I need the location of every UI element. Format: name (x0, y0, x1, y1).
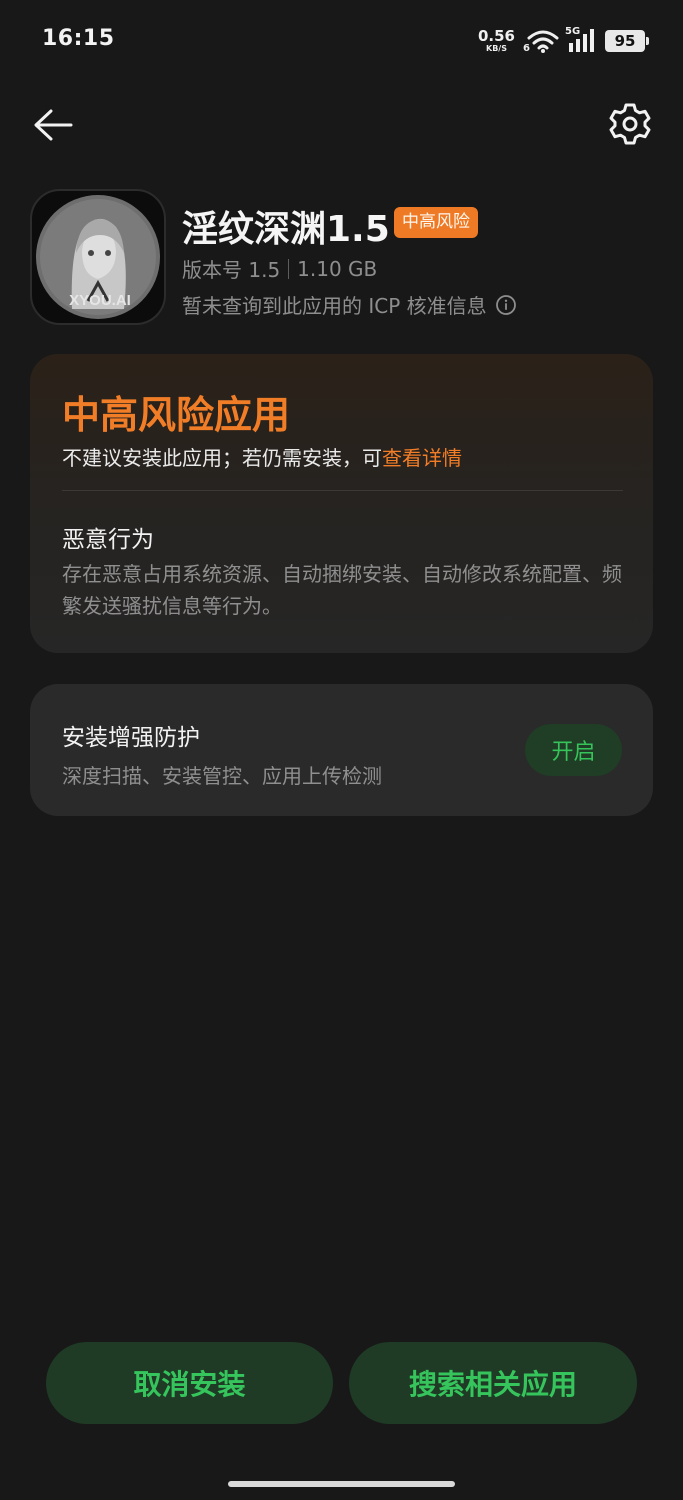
network-speed: 0.56 KB/S (478, 29, 515, 53)
install-protection-card: 安装增强防护 深度扫描、安装管控、应用上传检测 开启 (30, 684, 653, 816)
icp-notice-text: 暂未查询到此应用的 ICP 核准信息 (182, 294, 487, 318)
back-button[interactable] (30, 102, 76, 148)
enable-protection-button[interactable]: 开启 (525, 724, 622, 776)
protection-desc: 深度扫描、安装管控、应用上传检测 (62, 764, 382, 788)
app-meta: 版本号 1.5 1.10 GB (182, 254, 377, 283)
risk-level-badge: 中高风险 (394, 207, 478, 238)
cellular-signal-icon: 5G (565, 26, 597, 54)
wifi-icon: 6 (523, 28, 559, 54)
svg-text:XYOU.AI: XYOU.AI (69, 292, 131, 309)
settings-button[interactable] (606, 100, 654, 148)
divider (62, 490, 623, 491)
cellular-label: 5G (565, 26, 581, 37)
icp-notice[interactable]: 暂未查询到此应用的 ICP 核准信息 (182, 290, 517, 319)
info-icon[interactable] (495, 294, 517, 316)
cancel-install-button[interactable]: 取消安装 (46, 1342, 333, 1424)
search-related-apps-button[interactable]: 搜索相关应用 (349, 1342, 637, 1424)
risk-warning-card: 中高风险应用 不建议安装此应用；若仍需安装，可查看详情 恶意行为 存在恶意占用系… (30, 354, 653, 653)
view-details-link[interactable]: 查看详情 (382, 446, 462, 470)
battery-level: 95 (614, 32, 636, 50)
risk-subtitle: 不建议安装此应用；若仍需安装，可查看详情 (62, 442, 462, 471)
arrow-left-icon (34, 109, 73, 141)
app-name: 淫纹深渊1.5 (182, 209, 390, 250)
app-size: 1.10 GB (297, 256, 378, 281)
app-icon: XYOU.AI (30, 189, 166, 325)
home-indicator[interactable] (228, 1481, 455, 1487)
app-version: 版本号 1.5 (182, 258, 281, 282)
network-speed-unit: KB/S (486, 44, 507, 53)
protection-title: 安装增强防护 (62, 725, 200, 751)
risk-title: 中高风险应用 (62, 393, 291, 437)
network-speed-value: 0.56 (477, 27, 515, 45)
meta-divider (288, 258, 290, 279)
risk-subtitle-text: 不建议安装此应用；若仍需安装，可 (62, 446, 382, 470)
status-time: 16:15 (42, 26, 115, 51)
malicious-behavior-desc: 存在恶意占用系统资源、自动捆绑安装、自动修改系统配置、频繁发送骚扰信息等行为。 (62, 562, 622, 618)
malicious-behavior-title: 恶意行为 (62, 527, 154, 553)
wifi-label: 6 (523, 43, 530, 54)
battery-icon: 95 (605, 30, 649, 52)
status-bar: 16:15 0.56 KB/S 6 5G 95 (0, 0, 683, 82)
gear-icon (609, 103, 651, 145)
status-indicators: 0.56 KB/S 6 5G 95 (478, 26, 649, 56)
